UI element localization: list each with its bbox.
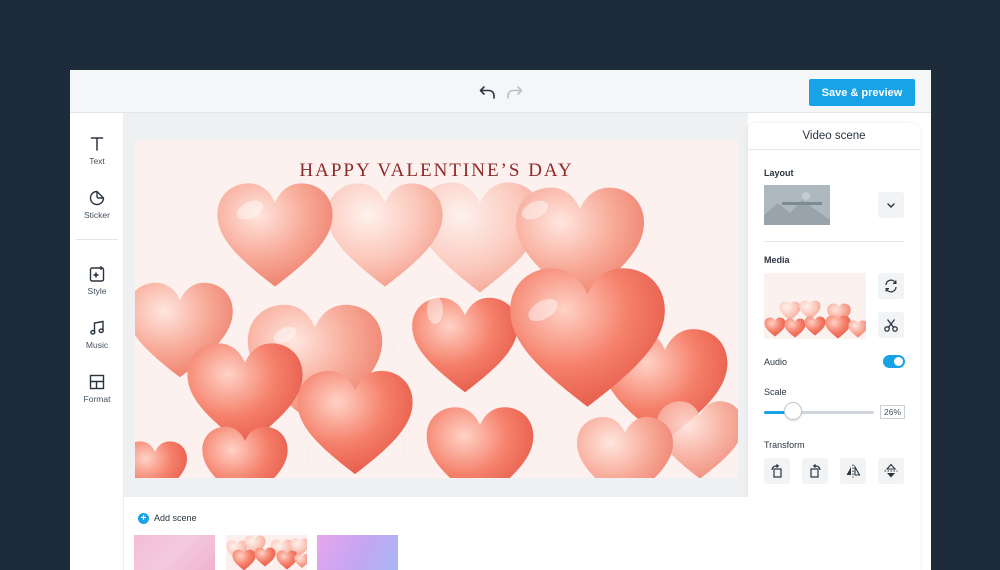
scene-thumbnail-2[interactable]	[226, 535, 307, 570]
trim-media-button[interactable]	[878, 312, 904, 338]
scale-value[interactable]: 26%	[880, 405, 905, 419]
plus-circle-icon: +	[138, 513, 149, 524]
audio-label: Audio	[764, 357, 788, 367]
video-stage[interactable]: HAPPY VALENTINE’S DAY	[135, 140, 738, 478]
transform-label: Transform	[764, 440, 805, 450]
sidebar-item-style[interactable]: Style	[70, 265, 124, 309]
editor-window: Save & preview Text Sticker Style Music …	[70, 70, 931, 570]
sidebar-item-sticker[interactable]: Sticker	[70, 189, 124, 233]
rotate-left-button[interactable]	[764, 458, 790, 484]
balloons-image	[135, 140, 738, 478]
undo-icon[interactable]	[478, 82, 498, 102]
scissors-icon	[884, 319, 898, 332]
scenes-bar: + Add scene	[124, 497, 748, 570]
audio-toggle[interactable]	[883, 355, 905, 368]
toggle-knob	[894, 357, 903, 366]
scene-thumbnail-1[interactable]	[134, 535, 215, 570]
top-bar: Save & preview	[70, 70, 931, 113]
sidebar-item-format[interactable]: Format	[70, 373, 124, 417]
add-scene-label: Add scene	[154, 513, 197, 523]
scene-preview-image	[226, 535, 307, 570]
rotate-right-icon	[810, 464, 821, 478]
sidebar-item-label: Music	[85, 340, 109, 350]
video-scene-panel: Video scene Layout Media Audio Scale 26%…	[748, 123, 920, 570]
sidebar-item-label: Format	[83, 394, 111, 404]
sidebar-item-music[interactable]: Music	[70, 319, 124, 363]
refresh-icon	[885, 279, 897, 293]
sticker-icon	[89, 190, 105, 206]
image-placeholder-icon	[764, 185, 830, 225]
flip-vertical-button[interactable]	[878, 458, 904, 484]
panel-divider	[764, 241, 904, 242]
layout-dropdown-button[interactable]	[878, 192, 904, 218]
sidebar-divider	[76, 239, 118, 240]
sidebar-item-label: Style	[87, 286, 107, 296]
chevron-down-icon	[887, 203, 895, 208]
media-thumbnail[interactable]	[764, 273, 866, 339]
scale-slider[interactable]	[764, 411, 874, 414]
stage-title[interactable]: HAPPY VALENTINE’S DAY	[135, 160, 738, 182]
flip-horizontal-icon	[846, 464, 861, 478]
format-icon	[89, 374, 105, 390]
scale-label: Scale	[764, 387, 787, 397]
panel-title: Video scene	[748, 123, 920, 150]
media-label: Media	[764, 255, 790, 265]
scene-thumbnail-3[interactable]	[317, 535, 398, 570]
replace-media-button[interactable]	[878, 273, 904, 299]
layout-thumbnail[interactable]	[764, 185, 830, 225]
text-icon	[90, 137, 104, 151]
rotate-right-button[interactable]	[802, 458, 828, 484]
flip-vertical-icon	[884, 463, 898, 478]
style-icon	[89, 266, 105, 282]
tool-sidebar: Text Sticker Style Music Format	[70, 113, 124, 570]
scale-slider-handle[interactable]	[783, 402, 802, 420]
save-preview-button[interactable]: Save & preview	[809, 79, 915, 106]
layout-label: Layout	[764, 168, 794, 178]
media-preview-image	[764, 273, 866, 339]
rotate-left-icon	[771, 464, 782, 478]
flip-horizontal-button[interactable]	[840, 458, 866, 484]
redo-icon[interactable]	[504, 82, 524, 102]
sidebar-item-text[interactable]: Text	[70, 135, 124, 179]
sidebar-item-label: Text	[89, 156, 105, 166]
sidebar-item-label: Sticker	[84, 210, 110, 220]
canvas-area: HAPPY VALENTINE’S DAY	[124, 113, 748, 497]
music-icon	[90, 320, 104, 335]
